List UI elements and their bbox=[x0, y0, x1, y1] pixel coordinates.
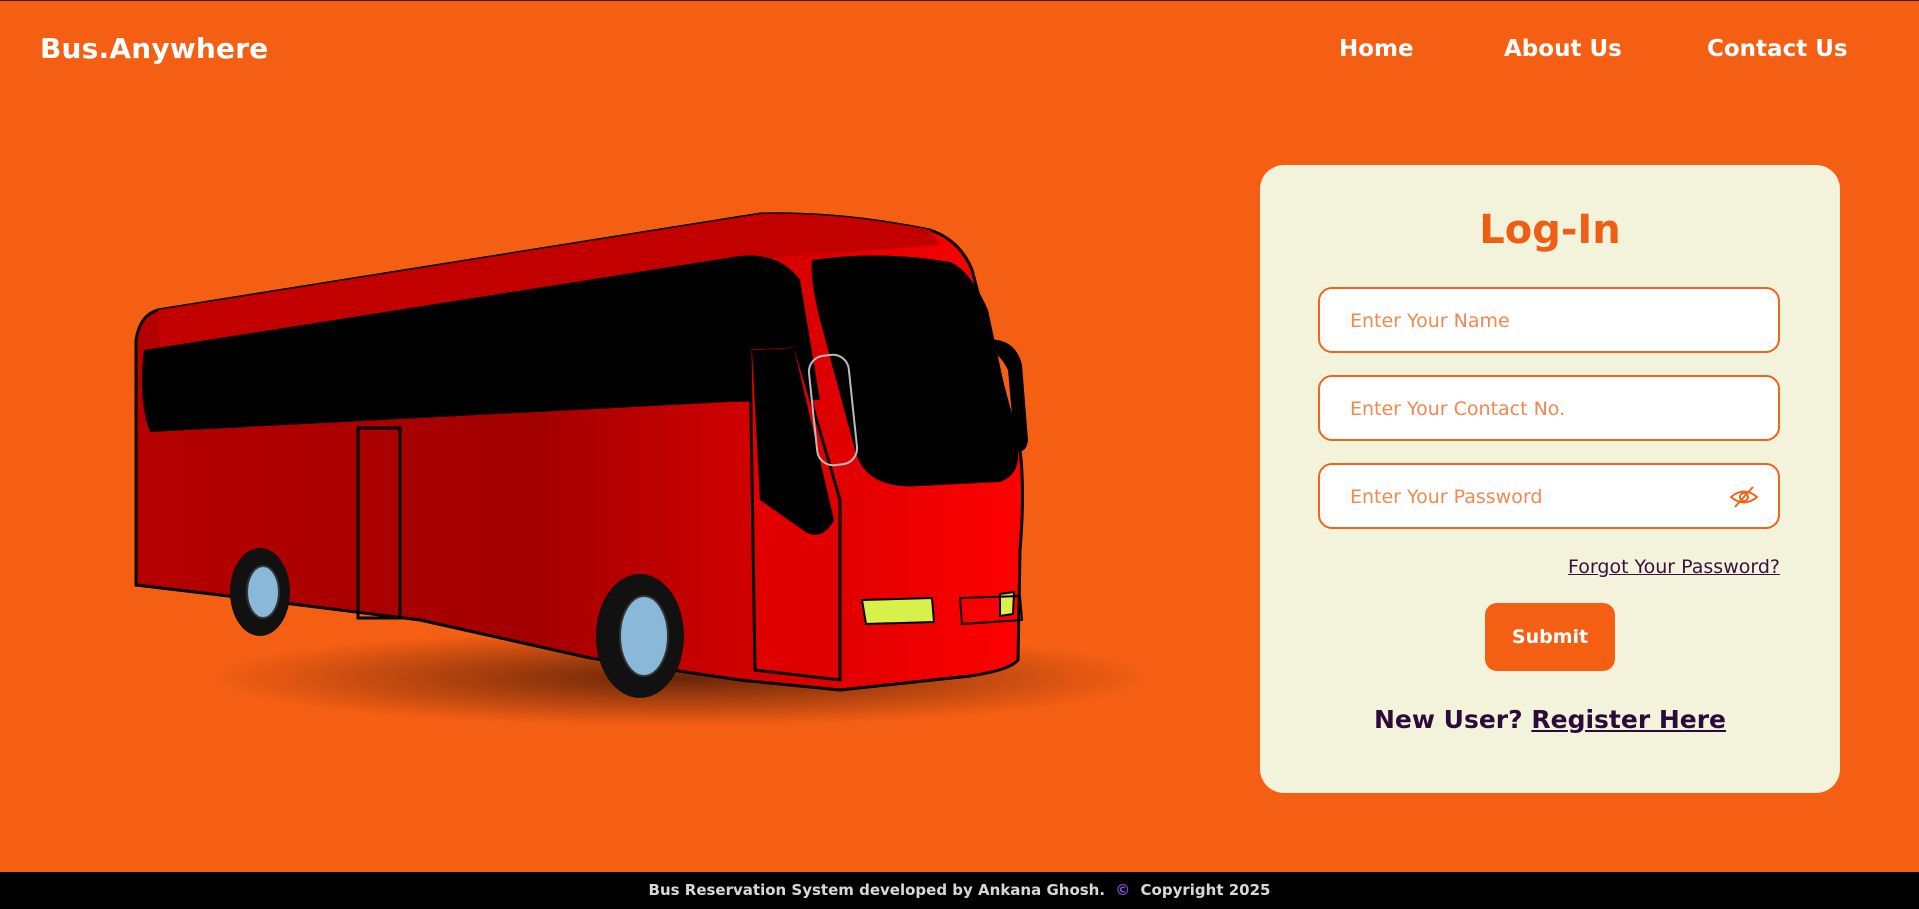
nav-contact-us[interactable]: Contact Us bbox=[1707, 36, 1848, 62]
front-wheel bbox=[596, 574, 684, 698]
contact-field bbox=[1318, 375, 1780, 441]
nav-about-us[interactable]: About Us bbox=[1504, 36, 1622, 62]
footer-text: Bus Reservation System developed by Anka… bbox=[648, 881, 1106, 899]
footer-copyright: Copyright 2025 bbox=[1140, 881, 1271, 899]
rear-wheel bbox=[230, 548, 290, 636]
login-title: Log-In bbox=[1479, 207, 1621, 253]
navbar: Bus.Anywhere Home About Us Contact Us bbox=[0, 0, 1919, 100]
password-field bbox=[1318, 463, 1780, 529]
bus-headlight-left bbox=[860, 596, 936, 626]
nav-home[interactable]: Home bbox=[1339, 36, 1414, 62]
forgot-password-link[interactable]: Forgot Your Password? bbox=[1568, 556, 1780, 578]
login-card: Log-In Forgot Your Password? Submit New … bbox=[1260, 165, 1840, 793]
copyright-icon: © bbox=[1115, 881, 1131, 899]
bus-illustration bbox=[134, 212, 1150, 726]
brand-logo[interactable]: Bus.Anywhere bbox=[40, 32, 268, 65]
eye-slash-icon[interactable] bbox=[1728, 484, 1760, 510]
new-user-row: New User? Register Here bbox=[1260, 705, 1840, 734]
register-link[interactable]: Register Here bbox=[1531, 705, 1726, 734]
contact-input[interactable] bbox=[1348, 377, 1732, 441]
name-field bbox=[1318, 287, 1780, 353]
submit-button[interactable]: Submit bbox=[1485, 603, 1615, 671]
name-input[interactable] bbox=[1348, 289, 1732, 353]
footer: Bus Reservation System developed by Anka… bbox=[0, 872, 1919, 909]
new-user-label: New User? bbox=[1373, 705, 1523, 734]
password-input[interactable] bbox=[1348, 465, 1732, 529]
